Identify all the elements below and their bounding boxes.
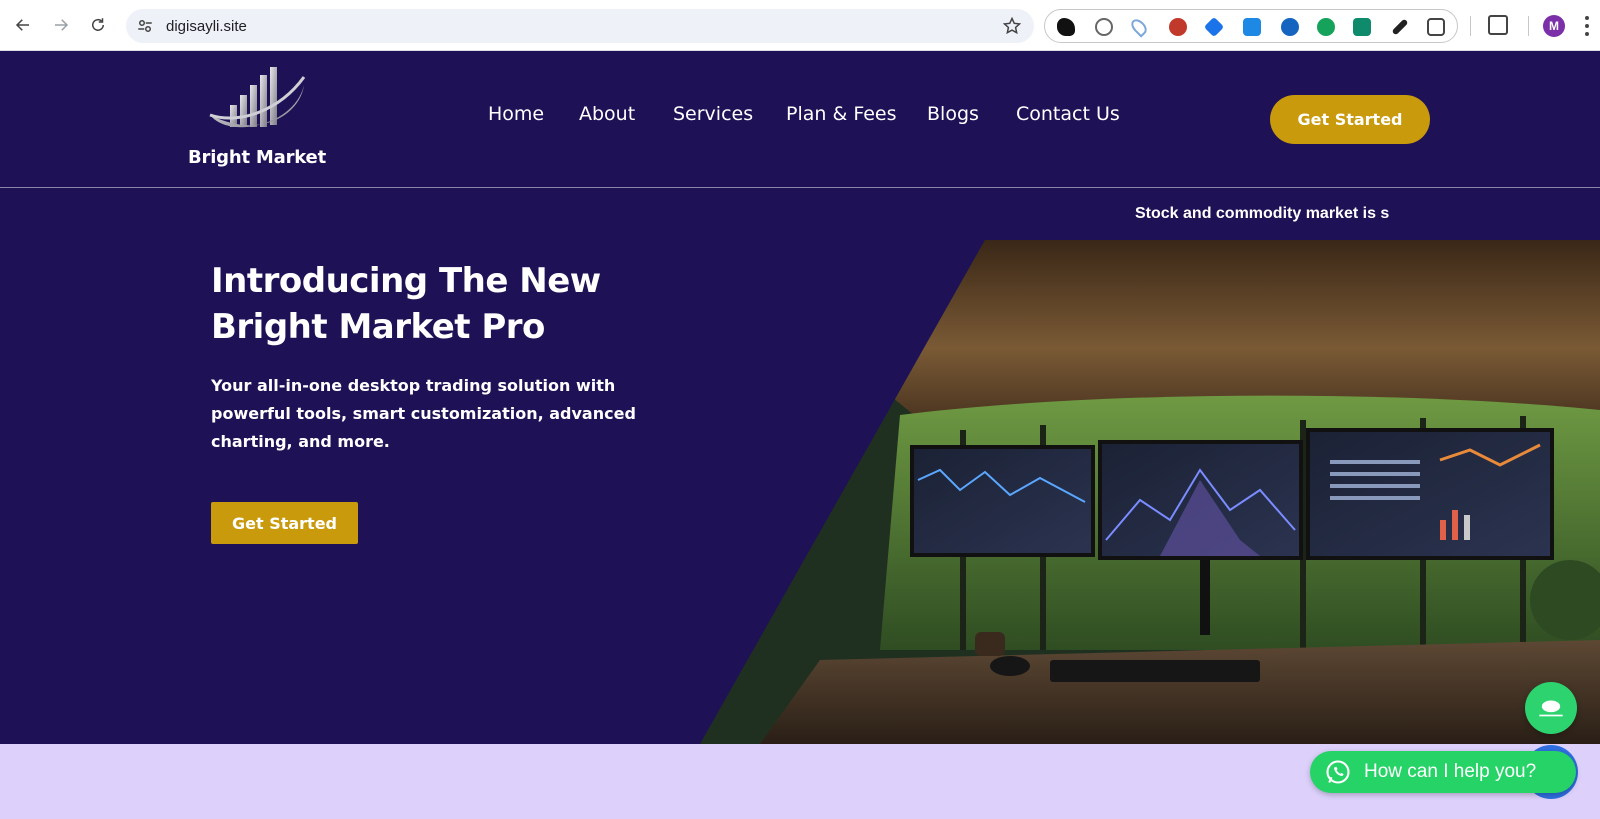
nav-services[interactable]: Services <box>673 103 753 125</box>
hero-section: Stock and commodity market is s Introduc… <box>0 188 1600 744</box>
link-extension-icon[interactable] <box>1281 18 1299 36</box>
hero-subtitle: Your all-in-one desktop trading solution… <box>211 376 636 451</box>
hero-get-started-button[interactable]: Get Started <box>211 502 358 544</box>
bookmark-star-icon[interactable] <box>1002 16 1022 36</box>
tab-search-icon[interactable] <box>1488 15 1508 35</box>
back-arrow-icon <box>15 19 29 31</box>
chat-bubble-icon <box>1539 700 1563 717</box>
back-button[interactable] <box>10 12 36 38</box>
hero-title: Introducing The New Bright Market Pro <box>211 261 601 347</box>
nav-about[interactable]: About <box>579 103 635 125</box>
toolbar-separator <box>1470 16 1471 36</box>
whatsapp-icon <box>1326 760 1350 784</box>
forward-arrow-icon <box>55 19 69 31</box>
nav-home[interactable]: Home <box>488 103 544 125</box>
extensions-bar <box>1044 9 1458 43</box>
seo-extension-icon[interactable] <box>1169 18 1187 36</box>
browser-toolbar: digisayli.site M <box>0 0 1600 51</box>
nav-contact-us[interactable]: Contact Us <box>1016 103 1120 125</box>
brand-name: Bright Market <box>188 147 326 168</box>
header-get-started-button[interactable]: Get Started <box>1270 95 1430 144</box>
whatsapp-help-button[interactable]: How can I help you? <box>1310 751 1576 793</box>
nav-plan-fees[interactable]: Plan & Fees <box>786 103 896 125</box>
reload-icon <box>92 18 104 31</box>
puzzle-extensions-icon[interactable] <box>1427 18 1445 36</box>
ai-extension-icon[interactable] <box>1353 18 1371 36</box>
nav-blogs[interactable]: Blogs <box>927 103 979 125</box>
whatsapp-label: How can I help you? <box>1364 761 1537 782</box>
chat-widget-button[interactable] <box>1525 682 1577 734</box>
wordpress-extension-icon[interactable] <box>1095 18 1113 36</box>
browser-menu-icon[interactable] <box>1584 16 1590 36</box>
toolbar-separator <box>1528 16 1529 36</box>
tag-extension-icon[interactable] <box>1203 16 1225 38</box>
site-logo[interactable]: Bright Market <box>188 65 328 175</box>
site-header: Bright Market Home About Services Plan &… <box>0 51 1600 188</box>
reload-button[interactable] <box>85 12 111 38</box>
address-bar[interactable]: digisayli.site <box>126 9 1034 43</box>
download-extension-icon[interactable] <box>1243 18 1261 36</box>
location-extension-icon[interactable] <box>1128 16 1150 38</box>
grammarly-extension-icon[interactable] <box>1317 18 1335 36</box>
profile-avatar[interactable]: M <box>1543 15 1565 37</box>
url-text[interactable]: digisayli.site <box>166 18 247 35</box>
forward-button[interactable] <box>48 12 74 38</box>
eyedropper-extension-icon[interactable] <box>1391 18 1409 36</box>
market-ticker: Stock and commodity market is s <box>1135 205 1390 222</box>
bar-chart-logo-icon <box>209 67 306 128</box>
ninja-cat-extension-icon[interactable] <box>1057 18 1075 36</box>
site-info-icon[interactable] <box>136 17 154 35</box>
